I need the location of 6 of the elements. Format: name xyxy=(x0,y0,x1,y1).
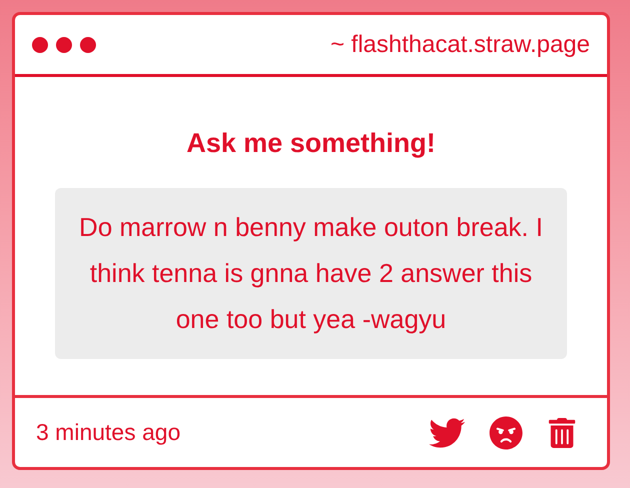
window-title: ~ flashthacat.straw.page xyxy=(330,30,590,60)
heading: Ask me something! xyxy=(186,127,436,160)
question-text: Do marrow n benny make outon break. I think tenna is gnna have 2 answer this one too but yea -wagyu xyxy=(78,211,544,336)
timestamp: 3 minutes ago xyxy=(36,418,180,448)
angry-face-icon[interactable] xyxy=(489,416,523,450)
trash-icon[interactable] xyxy=(547,418,577,448)
